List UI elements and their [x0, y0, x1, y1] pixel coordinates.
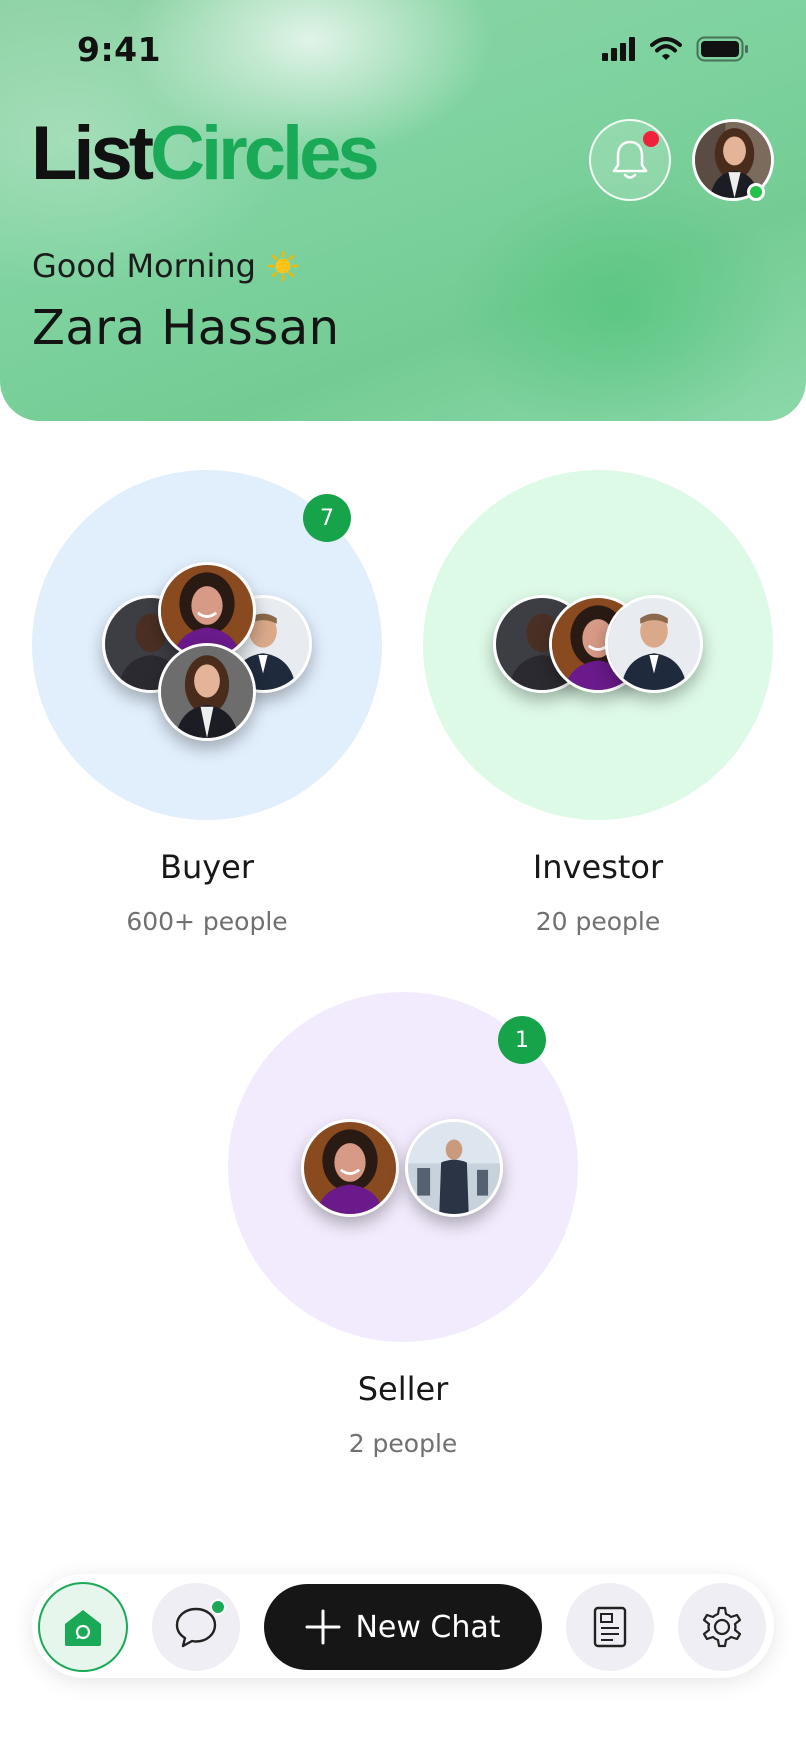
app-logo: ListCircles: [31, 116, 380, 192]
circle-title: Buyer: [159, 848, 254, 886]
greeting: Good Morning: [32, 247, 298, 285]
bell-icon: [612, 140, 648, 179]
circle-member-count: 20 people: [535, 907, 661, 936]
wifi-icon: [650, 37, 682, 60]
notification-dot: [643, 131, 659, 147]
nav-documents-button[interactable]: [566, 1583, 654, 1671]
circle-card-investor[interactable]: Investor 20 people: [423, 470, 773, 950]
notifications-button[interactable]: [589, 119, 671, 201]
sun-icon: [267, 251, 298, 281]
user-name: Zara Hassan: [32, 300, 340, 356]
greeting-text: Good Morning: [32, 247, 256, 285]
chat-unread-dot: [210, 1599, 226, 1615]
new-chat-button[interactable]: New Chat: [264, 1584, 542, 1670]
new-chat-label: New Chat: [355, 1609, 501, 1645]
nav-chat-button[interactable]: [152, 1583, 240, 1671]
member-avatar: [158, 643, 256, 741]
circle-card-seller[interactable]: 1 Seller 2 people: [228, 992, 578, 1472]
unread-badge: 7: [303, 494, 351, 542]
circle-title: Seller: [357, 1370, 449, 1408]
circle-member-count: 2 people: [348, 1429, 458, 1458]
logo-text-circles: Circles: [150, 111, 379, 196]
member-avatar: [605, 595, 703, 693]
status-time: 9:41: [77, 30, 162, 69]
header: 9:41 ListCircles Good Morning Zara Hassa…: [0, 0, 806, 421]
bottom-nav: New Chat: [32, 1574, 774, 1678]
circle-title: Investor: [532, 848, 664, 886]
plus-icon: [305, 1609, 341, 1645]
nav-settings-button[interactable]: [678, 1583, 766, 1671]
member-avatar: [301, 1119, 399, 1217]
nav-home-button[interactable]: [38, 1582, 128, 1672]
logo-text-list: List: [31, 111, 154, 196]
online-status-dot: [747, 183, 765, 201]
gear-icon: [702, 1606, 742, 1648]
battery-icon: [696, 36, 748, 62]
circle-member-count: 600+ people: [126, 907, 288, 936]
member-avatar: [405, 1119, 503, 1217]
status-icons: [602, 36, 750, 62]
signal-icon: [602, 37, 635, 61]
document-icon: [593, 1606, 627, 1648]
unread-badge: 1: [498, 1016, 546, 1064]
circle-card-buyer[interactable]: 7 Buyer 600+ people: [32, 470, 382, 950]
home-icon: [65, 1610, 101, 1646]
